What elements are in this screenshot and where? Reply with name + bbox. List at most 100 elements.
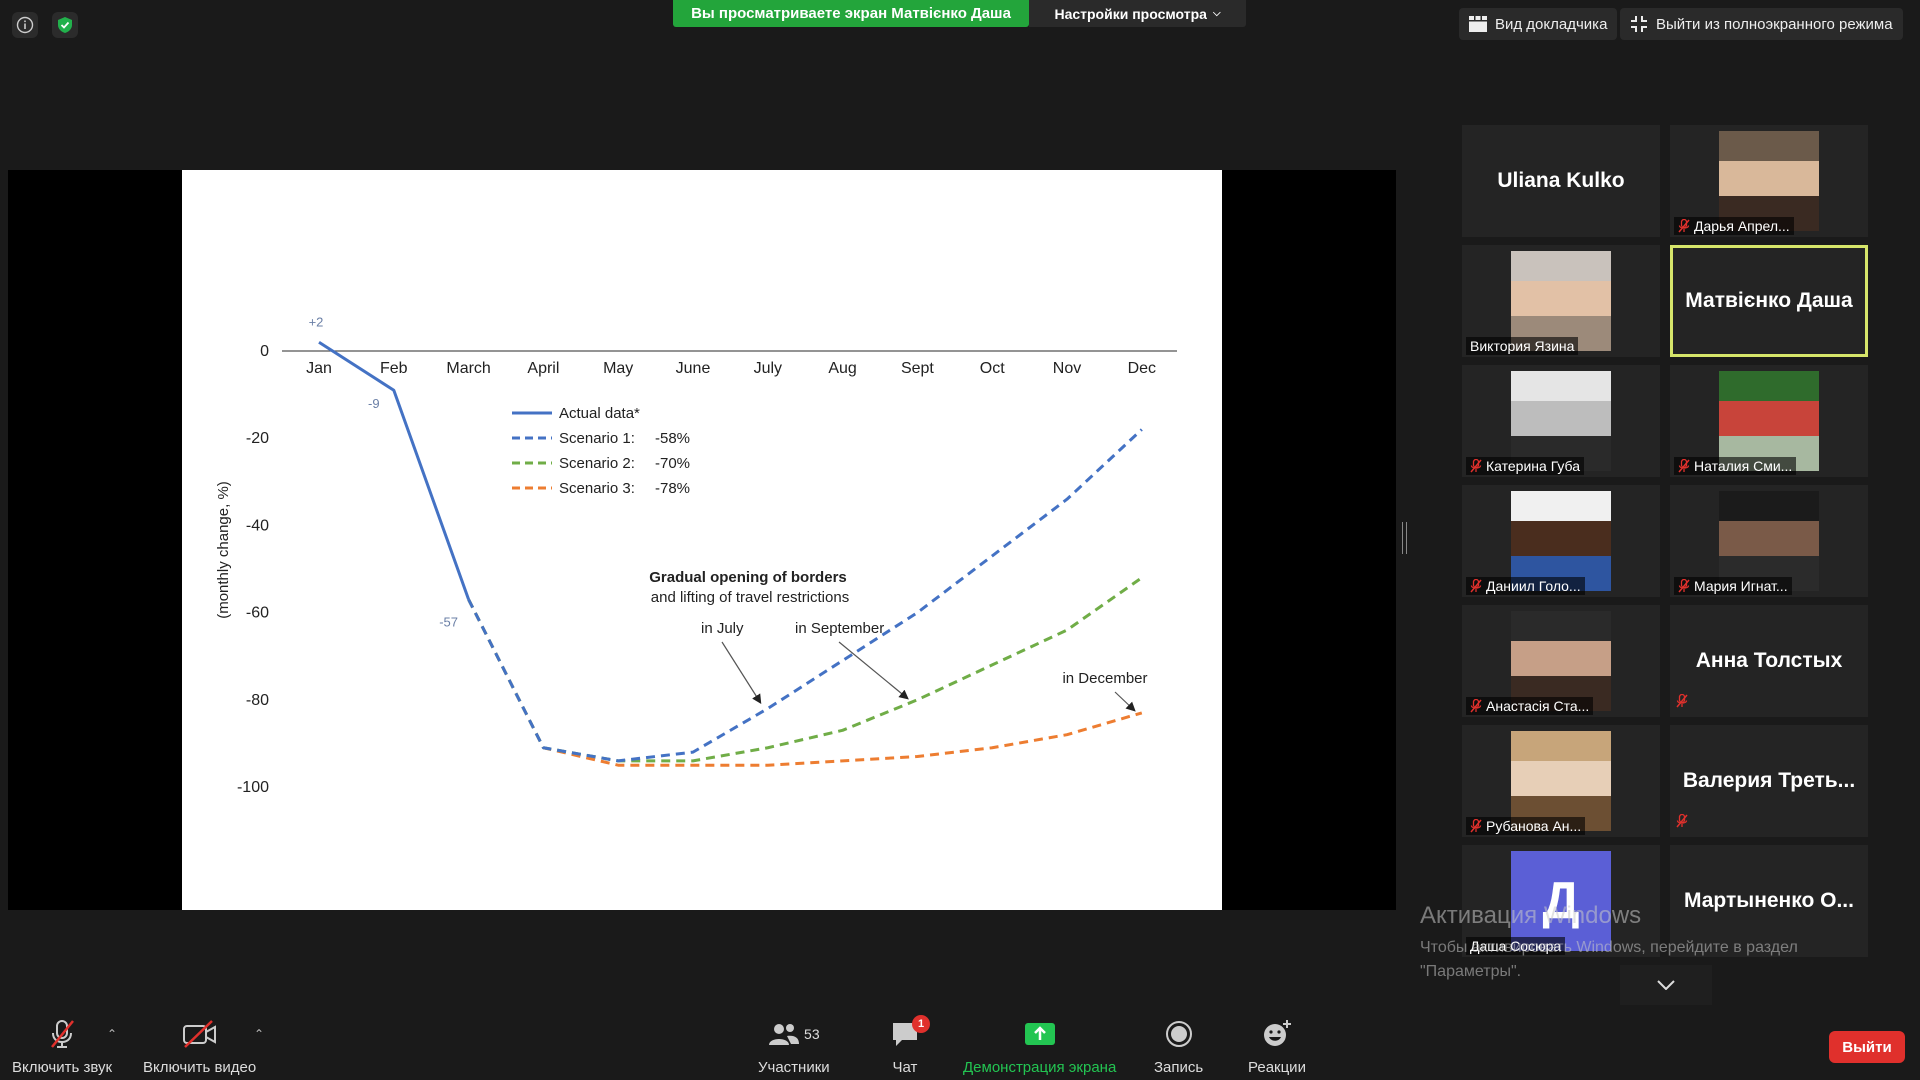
chat-button[interactable]: 1 Чат: [890, 1015, 930, 1076]
x-tick-label: Dec: [1128, 360, 1156, 377]
chevron-down-icon: [1657, 980, 1675, 990]
participant-tile[interactable]: Рубанова Ан...: [1462, 725, 1660, 837]
participants-button[interactable]: 53 Участники: [758, 1017, 830, 1076]
participant-tile[interactable]: Даниил Голо...: [1462, 485, 1660, 597]
participant-tile[interactable]: Анна Толстых: [1670, 605, 1868, 717]
x-tick-label: July: [754, 360, 782, 377]
start-video-label: Включить видео: [143, 1059, 257, 1076]
participant-name-label: Анастасія Ста...: [1466, 697, 1594, 715]
audio-options-caret-icon[interactable]: ⌃: [107, 1027, 117, 1041]
windows-activation-line2: "Параметры".: [1420, 963, 1522, 980]
gallery-scroll-down-button[interactable]: [1620, 965, 1712, 1005]
muted-microphone-icon: [1470, 699, 1482, 713]
participant-tile[interactable]: Наталия Сми...: [1670, 365, 1868, 477]
x-tick-label: March: [446, 360, 490, 377]
exit-fullscreen-button[interactable]: Выйти из полноэкранного режима: [1620, 8, 1903, 40]
chevron-down-icon: ⌵: [1212, 8, 1221, 19]
annotation-subtitle: and lifting of travel restrictions: [651, 589, 849, 606]
participant-name-label: Виктория Язина: [1466, 337, 1579, 355]
x-tick-label: Oct: [980, 360, 1005, 377]
annotation-arrow: [1114, 691, 1136, 712]
legend-series-name: Scenario 2:: [559, 455, 635, 472]
participant-tile[interactable]: Анастасія Ста...: [1462, 605, 1660, 717]
muted-microphone-icon: [1676, 813, 1688, 828]
participant-tile[interactable]: Виктория Язина: [1462, 245, 1660, 357]
participant-video: [1719, 131, 1819, 231]
info-icon[interactable]: [12, 12, 38, 38]
participant-name-label: Мария Игнат...: [1674, 577, 1792, 595]
y-tick-label: -60: [246, 605, 269, 622]
y-tick-label: -20: [246, 430, 269, 447]
unmute-button[interactable]: Включить звук: [12, 1017, 112, 1076]
reactions-button[interactable]: Реакции: [1248, 1017, 1306, 1076]
muted-microphone-icon: [1676, 693, 1688, 708]
legend-series-value: -78%: [655, 480, 690, 497]
unmute-label: Включить звук: [12, 1059, 113, 1076]
x-tick-label: Jan: [306, 360, 332, 377]
series-line-actual: [318, 341, 471, 601]
muted-microphone-icon: [1678, 579, 1690, 593]
participant-tile[interactable]: Uliana Kulko: [1462, 125, 1660, 237]
y-axis-label: (monthly change, %): [215, 481, 232, 619]
muted-microphone-icon: [1678, 459, 1690, 473]
participant-name: Катерина Губа: [1486, 458, 1580, 474]
speaker-view-label: Вид докладчика: [1495, 15, 1608, 33]
leave-meeting-button[interactable]: Выйти: [1829, 1031, 1905, 1063]
video-options-caret-icon[interactable]: ⌃: [254, 1027, 264, 1041]
participant-name-label: Дарья Апрел...: [1674, 217, 1794, 235]
panel-splitter-handle[interactable]: [1402, 522, 1407, 554]
muted-microphone-icon: [1470, 579, 1482, 593]
participants-icon: [769, 1024, 800, 1045]
y-tick-label: -100: [237, 779, 269, 796]
y-tick-label: -80: [246, 692, 269, 709]
participant-tile[interactable]: Матвієнко Даша: [1670, 245, 1868, 357]
participant-video: [1511, 371, 1611, 471]
muted-indicator: [1676, 693, 1688, 713]
participant-name-label: Наталия Сми...: [1674, 457, 1797, 475]
security-shield-icon[interactable]: [52, 12, 78, 38]
share-screen-button[interactable]: Демонстрация экрана: [963, 1017, 1116, 1076]
emoji-reactions-icon: [1263, 1020, 1291, 1046]
annotation-label: in September: [795, 620, 884, 637]
windows-activation-watermark: Активация Windows Чтобы активировать Win…: [1420, 902, 1798, 984]
participant-video: [1511, 251, 1611, 351]
record-button[interactable]: Запись: [1154, 1017, 1203, 1076]
participant-tile[interactable]: Дарья Апрел...: [1670, 125, 1868, 237]
speaker-view-button[interactable]: Вид докладчика: [1459, 8, 1618, 40]
x-tick-label: Nov: [1053, 360, 1081, 377]
chat-unread-badge: 1: [912, 1015, 930, 1033]
participant-name: Анна Толстых: [1695, 649, 1843, 672]
participant-name: Рубанова Ан...: [1486, 818, 1582, 834]
participant-tile[interactable]: Валерия Треть...: [1670, 725, 1868, 837]
participants-count: 53: [804, 1026, 820, 1042]
muted-indicator: [1676, 813, 1688, 833]
data-point-label: -57: [439, 615, 458, 630]
participant-name: Uliana Kulko: [1497, 169, 1625, 192]
chat-label: Чат: [892, 1059, 918, 1076]
view-options-dropdown[interactable]: Настройки просмотра ⌵: [1029, 0, 1246, 27]
participant-tile[interactable]: Мария Игнат...: [1670, 485, 1868, 597]
participant-video: [1719, 371, 1819, 471]
participant-video: [1511, 731, 1611, 831]
annotation-arrow: [838, 641, 909, 700]
x-tick-label: May: [603, 360, 633, 377]
participant-tile[interactable]: Катерина Губа: [1462, 365, 1660, 477]
start-video-button[interactable]: Включить видео: [143, 1017, 256, 1076]
legend-series-value: -58%: [655, 430, 690, 447]
participant-name: Валерия Треть...: [1682, 769, 1856, 792]
participant-video: [1511, 491, 1611, 591]
x-tick-label: June: [676, 360, 711, 377]
grid-view-icon: [1469, 16, 1487, 32]
muted-microphone-icon: [51, 1020, 74, 1048]
exit-fullscreen-label: Выйти из полноэкранного режима: [1656, 15, 1893, 33]
share-screen-icon: [1024, 1023, 1055, 1045]
video-off-icon: [182, 1020, 216, 1048]
windows-activation-title: Активация Windows: [1420, 902, 1642, 929]
x-tick-label: Feb: [380, 360, 408, 377]
x-tick-label: Aug: [828, 360, 856, 377]
reactions-label: Реакции: [1248, 1059, 1306, 1076]
participant-name: Матвієнко Даша: [1685, 289, 1853, 312]
annotation-label: in July: [701, 620, 744, 637]
shared-slide: 0 -20 -40 -60 -80 -100 Jan Feb March April May June…: [182, 170, 1222, 910]
legend-series-name: Actual data*: [559, 405, 640, 422]
